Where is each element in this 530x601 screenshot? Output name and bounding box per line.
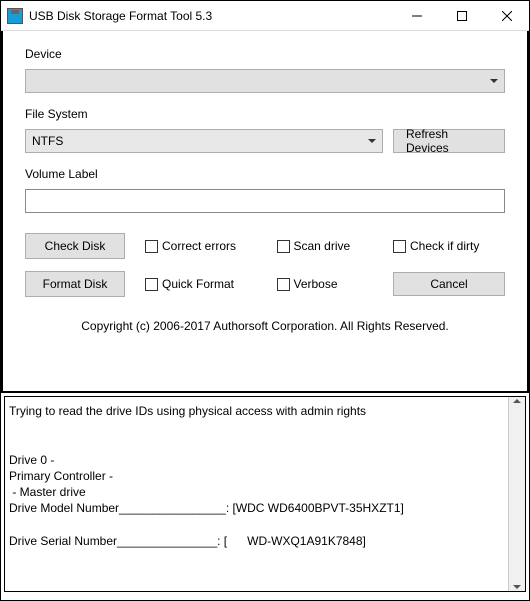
- chevron-down-icon: [368, 139, 376, 143]
- quick-format-checkbox[interactable]: Quick Format: [145, 272, 255, 296]
- volume-label-input[interactable]: [25, 189, 505, 213]
- maximize-button[interactable]: [439, 1, 484, 30]
- titlebar: USB Disk Storage Format Tool 5.3: [1, 1, 529, 31]
- log-scrollbar[interactable]: [508, 397, 525, 591]
- checkbox-box: [277, 240, 290, 253]
- window-title: USB Disk Storage Format Tool 5.3: [29, 9, 394, 23]
- verbose-checkbox[interactable]: Verbose: [277, 272, 372, 296]
- correct-errors-label: Correct errors: [162, 239, 236, 253]
- refresh-devices-button[interactable]: Refresh Devices: [393, 129, 505, 153]
- device-label: Device: [25, 47, 505, 61]
- minimize-button[interactable]: [394, 1, 439, 30]
- device-dropdown[interactable]: [25, 69, 505, 93]
- copyright-text: Copyright (c) 2006-2017 Authorsoft Corpo…: [25, 319, 505, 333]
- check-if-dirty-checkbox[interactable]: Check if dirty: [393, 239, 505, 253]
- file-system-dropdown[interactable]: NTFS: [25, 129, 383, 153]
- checkbox-box: [277, 278, 290, 291]
- scroll-down-icon: [513, 585, 521, 589]
- form-panel: Device File System NTFS Refresh Devices …: [1, 31, 529, 393]
- close-button[interactable]: [484, 1, 529, 30]
- check-disk-button[interactable]: Check Disk: [25, 233, 125, 259]
- client-area: Device File System NTFS Refresh Devices …: [1, 31, 529, 592]
- scan-drive-label: Scan drive: [294, 239, 351, 253]
- file-system-label: File System: [25, 107, 505, 121]
- chevron-down-icon: [490, 79, 498, 83]
- cancel-button[interactable]: Cancel: [393, 272, 505, 296]
- log-output: Trying to read the drive IDs using physi…: [5, 397, 508, 591]
- verbose-label: Verbose: [294, 277, 338, 291]
- correct-errors-checkbox[interactable]: Correct errors: [145, 239, 255, 253]
- log-panel: Trying to read the drive IDs using physi…: [4, 396, 526, 592]
- volume-label-label: Volume Label: [25, 167, 505, 181]
- check-if-dirty-label: Check if dirty: [410, 239, 479, 253]
- app-icon: [7, 8, 23, 24]
- checkbox-box: [393, 240, 406, 253]
- scroll-up-icon: [513, 399, 521, 403]
- format-disk-button[interactable]: Format Disk: [25, 271, 125, 297]
- checkbox-box: [145, 278, 158, 291]
- quick-format-label: Quick Format: [162, 277, 234, 291]
- checkbox-box: [145, 240, 158, 253]
- scan-drive-checkbox[interactable]: Scan drive: [277, 239, 372, 253]
- file-system-selected: NTFS: [32, 134, 63, 148]
